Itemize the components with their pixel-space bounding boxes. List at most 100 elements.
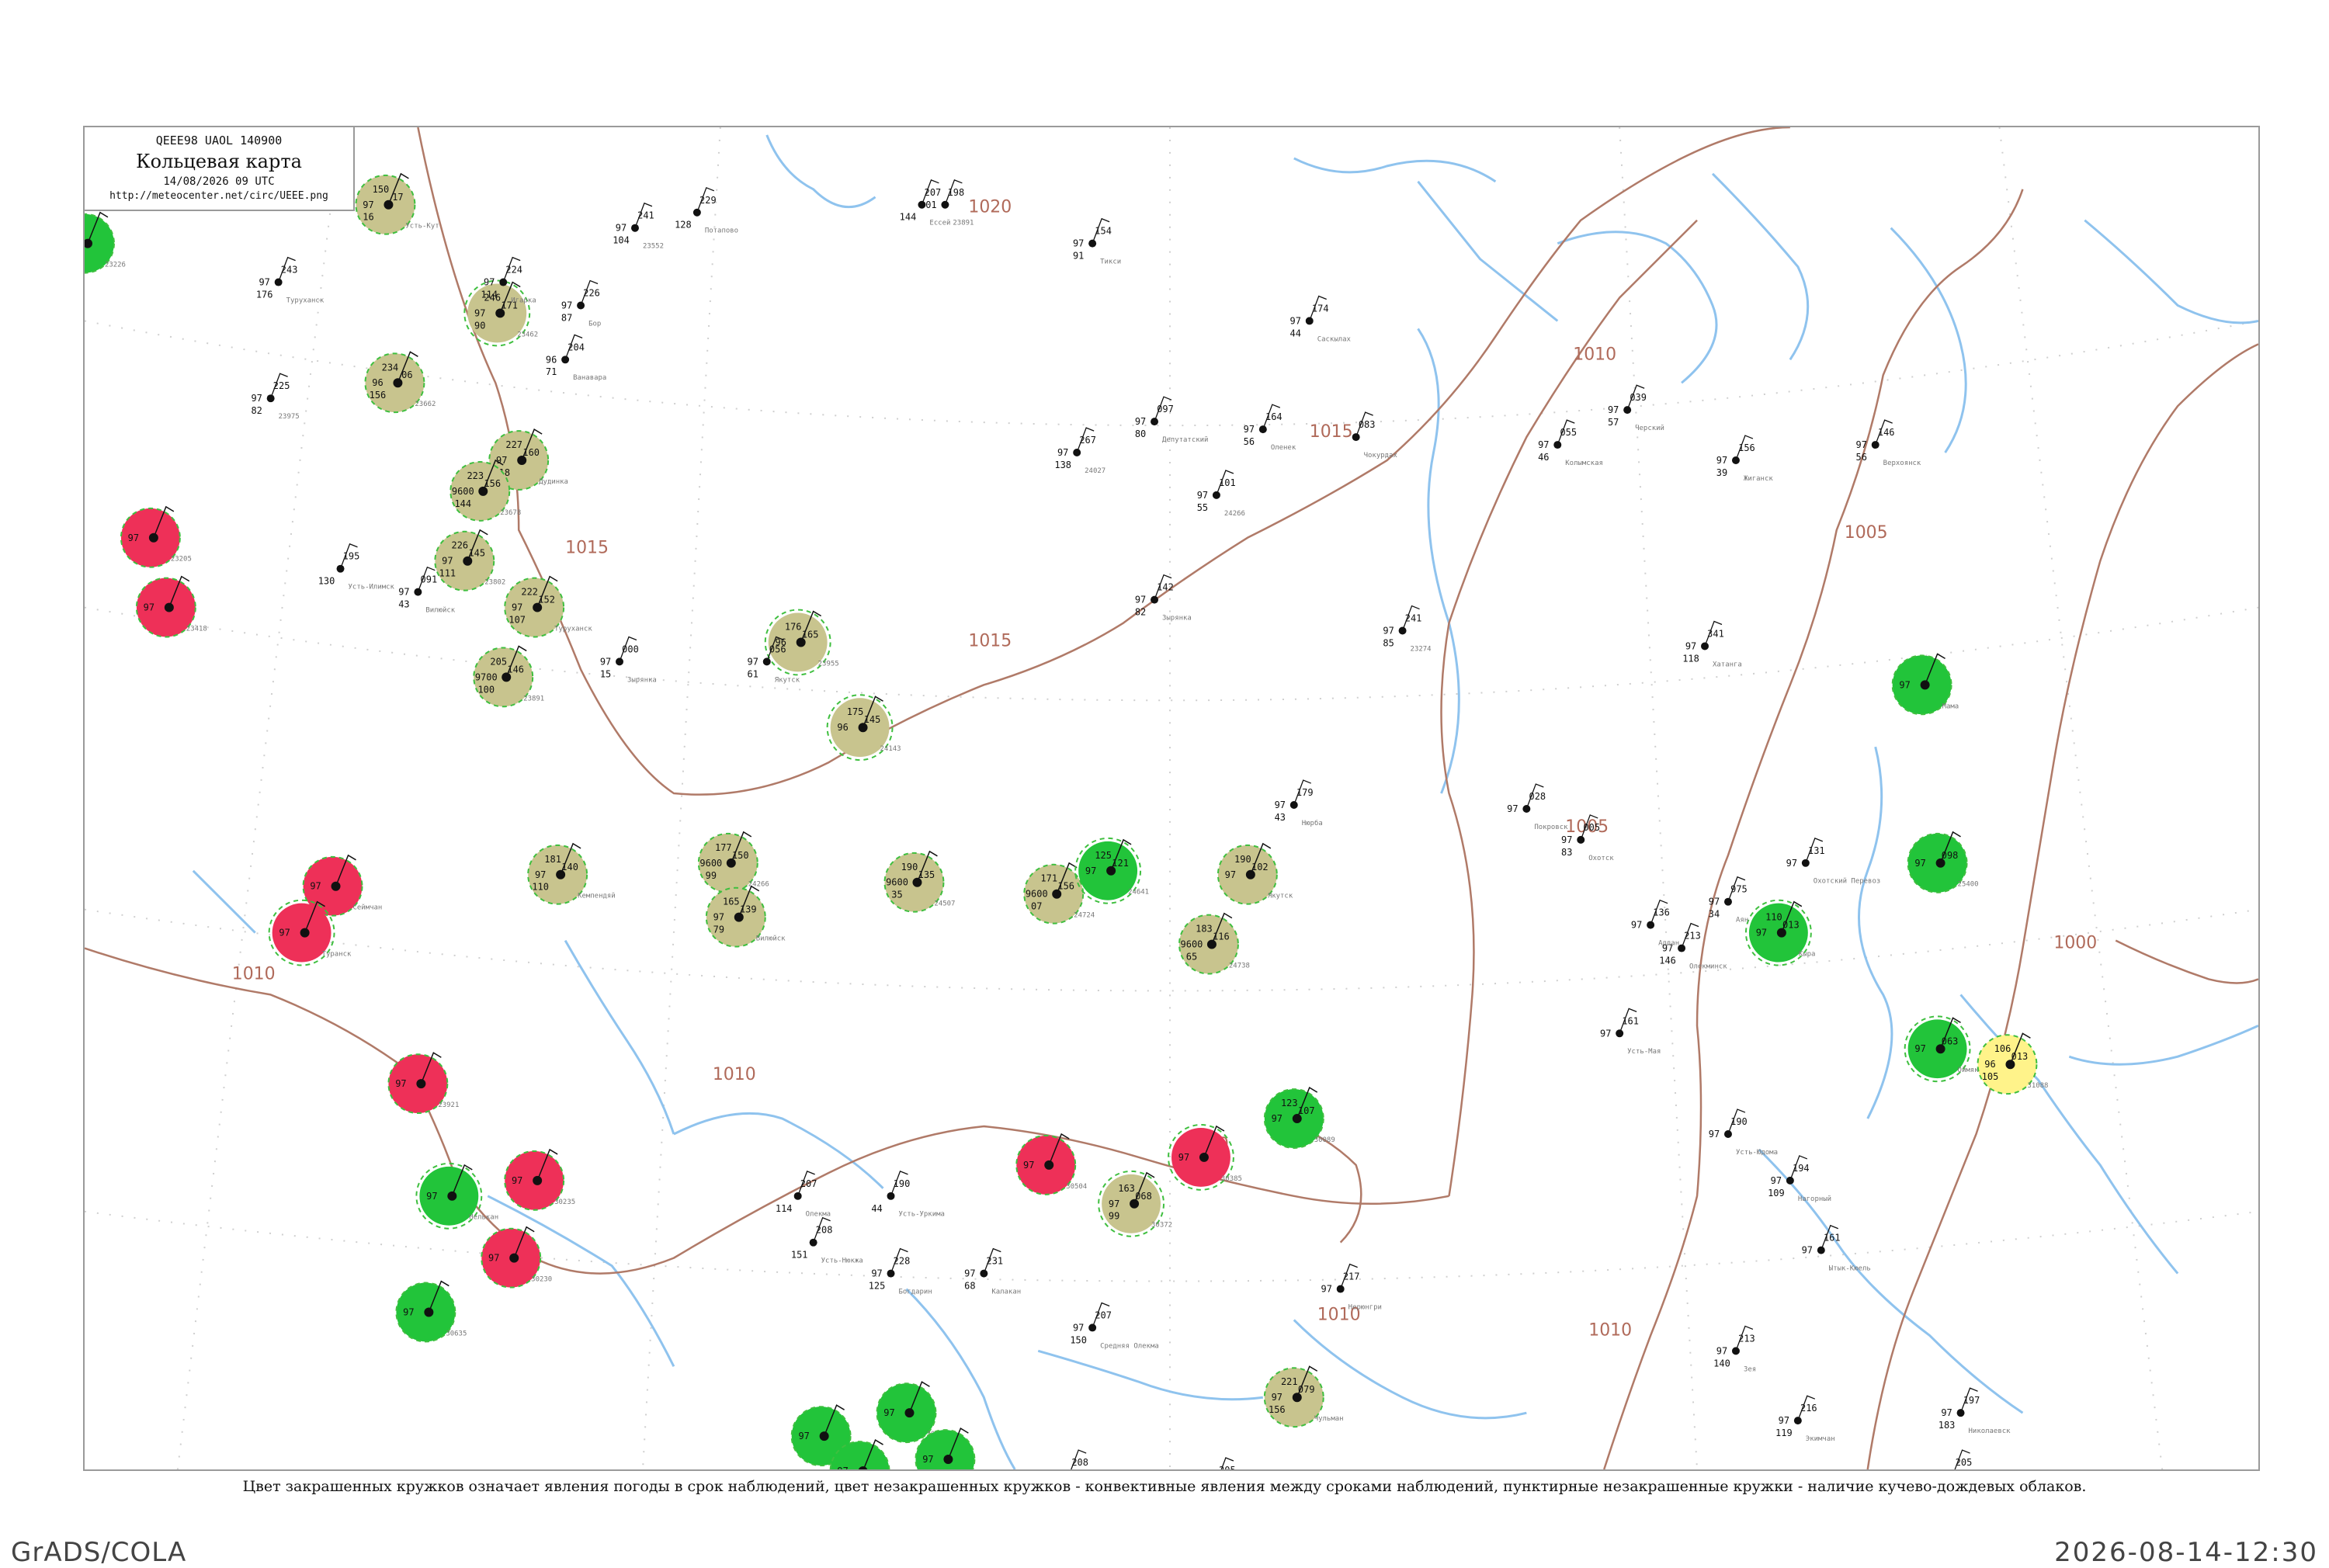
weather-symbol-icon[interactable]: 13697Алдан: [1631, 900, 1679, 948]
station-model-icon[interactable]: 18396006511624738: [1179, 914, 1250, 974]
station-model-icon[interactable]: 205970010014623891: [474, 646, 544, 706]
weather-symbol-icon[interactable]: 1549791Тикси: [1073, 219, 1121, 266]
weather-symbol-icon[interactable]: 1799743Нюрба: [1275, 780, 1323, 827]
weather-symbol-icon[interactable]: 20597161Чумикан: [1931, 1450, 1991, 1469]
station-model-icon[interactable]: 9730235: [505, 1150, 575, 1210]
station-dewpoint: 99: [1109, 1211, 1119, 1222]
station-model-icon[interactable]: 9709825400: [1908, 832, 1979, 893]
weather-symbol-icon[interactable]: 02897Покровск: [1507, 784, 1568, 831]
station-model-icon[interactable]: 9730385: [1168, 1125, 1242, 1190]
station-model-icon[interactable]: 9723418: [137, 577, 207, 637]
weather-symbol-icon[interactable]: 208151Усть-Нюкжа: [791, 1218, 863, 1265]
map-legend-box: QEEE98 UAOL 140900 Кольцевая карта 14/08…: [83, 126, 355, 211]
weather-symbol-icon[interactable]: 19044Усть-Уркима: [871, 1171, 945, 1219]
station-model-icon[interactable]: 22197156079Чульман: [1265, 1366, 1344, 1427]
weather-symbol-icon[interactable]: 20797150Средняя Олекма: [1070, 1303, 1158, 1350]
weather-symbol-icon[interactable]: 34197118Хатанга: [1682, 622, 1742, 669]
station-model-icon[interactable]: 22297107152Туруханск: [505, 577, 592, 637]
station-model-icon[interactable]: 2269711114523802: [435, 530, 505, 591]
weather-symbol-icon[interactable]: 22897125Богдарин: [869, 1249, 932, 1296]
weather-symbol-icon[interactable]: 2269787Бор: [561, 281, 601, 328]
weather-symbol-icon[interactable]: 21697119Экимчан: [1775, 1396, 1835, 1443]
station-temperature: 97: [1685, 640, 1696, 651]
weather-symbol-icon[interactable]: 19097Усть-Юдома: [1709, 1109, 1778, 1157]
synoptic-map[interactable]: 1020 1015 1015 1015 1010 1010 1010 1010 …: [85, 127, 2258, 1469]
station-model-icon[interactable]: 1769616523955: [765, 610, 839, 675]
weather-symbol-icon[interactable]: 0979780Депутатский: [1135, 397, 1209, 444]
weather-symbol-icon[interactable]: 083Чокурдах: [1352, 412, 1398, 460]
weather-symbol-icon[interactable]: 2319768Калакан: [964, 1249, 1021, 1296]
station-model-icon[interactable]: 9723226: [85, 213, 126, 273]
weather-symbol-icon[interactable]: 101975524266: [1197, 470, 1245, 518]
weather-symbol-icon[interactable]: 1569739Жиганск: [1716, 435, 1774, 483]
station-temperature: 01: [925, 199, 936, 210]
weather-symbol-icon[interactable]: 13197Охотский Перевоз: [1786, 838, 1881, 886]
weather-symbol-icon[interactable]: 0009715Зырянка: [600, 637, 657, 684]
weather-symbol-icon[interactable]: 24397176Туруханск: [256, 258, 325, 305]
station-model-icon[interactable]: 11097013Кыра: [1746, 900, 1816, 966]
station-model-icon[interactable]: 1239710730089: [1265, 1088, 1335, 1148]
station-model-icon[interactable]: 9723205: [121, 507, 192, 567]
station-model-icon[interactable]: 163979906830372: [1099, 1171, 1172, 1237]
weather-symbol-icon[interactable]: 19797183Николаевск: [1939, 1388, 2011, 1435]
station-model-icon[interactable]: 97063Оймякон: [1905, 1016, 1987, 1081]
weather-symbol-icon[interactable]: 9759734Аян: [1709, 877, 1748, 924]
weather-symbol-icon[interactable]: 1649756Оленек: [1244, 404, 1296, 452]
weather-symbol-icon[interactable]: 21397140Зея: [1713, 1326, 1756, 1373]
station-temperature: 96: [546, 354, 557, 365]
weather-symbol-icon[interactable]: 21797Нерюнгри: [1321, 1264, 1382, 1312]
station-pressure: 161: [1824, 1233, 1841, 1244]
station-model-icon[interactable]: 9730635: [396, 1282, 467, 1342]
station-temperature: 9600: [452, 486, 474, 497]
weather-symbol-icon[interactable]: 195130Усть-Илимск: [318, 544, 395, 591]
weather-symbol-icon[interactable]: 1429782Зырянка: [1135, 575, 1192, 623]
station-model-icon[interactable]: 18197110140Кемпендяй: [528, 844, 616, 904]
weather-symbol-icon[interactable]: 225978223975: [251, 373, 299, 421]
station-model-icon[interactable]: 17796009915024266: [699, 832, 769, 893]
weather-symbol-icon[interactable]: 2679713824027: [1054, 428, 1105, 475]
station-model-icon[interactable]: 1069610501331088: [1978, 1033, 2049, 1094]
weather-symbol-icon[interactable]: 2419710423552: [613, 203, 664, 251]
station-id: Якутск: [1268, 893, 1293, 900]
weather-symbol-icon[interactable]: 20597135Могоча: [1194, 1458, 1249, 1469]
station-model-icon[interactable]: 9730504: [1016, 1134, 1087, 1195]
station-temperature: 97: [442, 556, 453, 567]
cloud-cover-icon: [631, 224, 639, 232]
station-temperature: 97: [1244, 424, 1255, 435]
weather-symbol-icon[interactable]: 1469756Верхоянск: [1856, 420, 1921, 467]
station-model-icon[interactable]: 9723921: [388, 1053, 459, 1113]
station-tendency: 156: [484, 478, 501, 489]
weather-symbol-icon[interactable]: 0399757Черский: [1608, 385, 1664, 432]
isobar-label: 1015: [565, 539, 609, 558]
weather-symbol-icon[interactable]: 241978523274: [1383, 606, 1431, 654]
station-temperature: 9600: [886, 877, 908, 888]
weather-symbol-icon[interactable]: 19497109Нагорный: [1768, 1156, 1831, 1203]
station-id: Потапово: [705, 227, 738, 235]
station-model-icon[interactable]: 1659779139Вилюйск: [706, 886, 786, 947]
station-pressure: 039: [1630, 392, 1647, 403]
map-url[interactable]: http://meteocenter.net/circ/UEEE.png: [85, 190, 353, 202]
weather-symbol-icon[interactable]: 0559746Колымская: [1538, 420, 1603, 467]
weather-symbol-icon[interactable]: 229128Потапово: [675, 188, 738, 235]
weather-symbol-icon[interactable]: 1749744Саскылах: [1290, 296, 1352, 343]
station-id: Николаевск: [1969, 1428, 2011, 1435]
station-model-icon[interactable]: 97Мама: [1893, 654, 1959, 714]
station-dewpoint: 90: [474, 320, 485, 331]
weather-symbol-icon[interactable]: 16197Ытык-Кюель: [1802, 1226, 1871, 1273]
station-model-icon[interactable]: 97Нелькан: [416, 1164, 498, 1229]
station-id: Покровск: [1534, 824, 1568, 831]
weather-symbol-icon[interactable]: 2049671Ванавара: [546, 335, 606, 382]
station-model-icon[interactable]: 19096003513524507: [885, 852, 956, 912]
station-temperature: 97: [535, 869, 546, 880]
station-model-icon[interactable]: 19097102Якутск: [1218, 844, 1293, 904]
station-model-icon[interactable]: 150971617Усть-Кут: [356, 174, 439, 234]
station-model-icon[interactable]: 234961560623662: [365, 352, 436, 412]
station-temperature: 97: [616, 223, 627, 234]
station-model-icon[interactable]: 1259712124641: [1075, 838, 1149, 904]
station-id: Кыра: [1799, 951, 1816, 959]
cloud-cover-icon: [499, 279, 507, 286]
station-dewpoint: 146: [1659, 956, 1676, 966]
weather-symbol-icon[interactable]: 16197Усть-Мая: [1600, 1008, 1661, 1056]
station-pressure: 213: [1738, 1333, 1755, 1344]
weather-symbol-icon[interactable]: 20897156Чара: [1046, 1450, 1093, 1469]
